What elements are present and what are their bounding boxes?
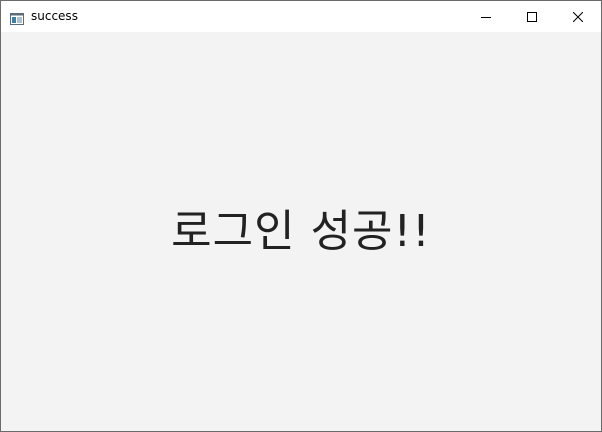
close-button[interactable] xyxy=(555,1,601,32)
window-app-icon xyxy=(10,10,24,25)
title-bar[interactable]: success xyxy=(1,1,601,32)
close-icon xyxy=(573,11,583,22)
window-title: success xyxy=(31,9,78,23)
minimize-icon xyxy=(481,12,491,22)
window-client-area: 로그인 성공!! xyxy=(1,32,601,431)
maximize-button[interactable] xyxy=(509,1,555,32)
maximize-icon xyxy=(527,11,537,22)
success-window: success 로그인 성공!! xyxy=(0,0,602,432)
login-success-message: 로그인 성공!! xyxy=(171,206,431,257)
minimize-button[interactable] xyxy=(463,1,509,32)
